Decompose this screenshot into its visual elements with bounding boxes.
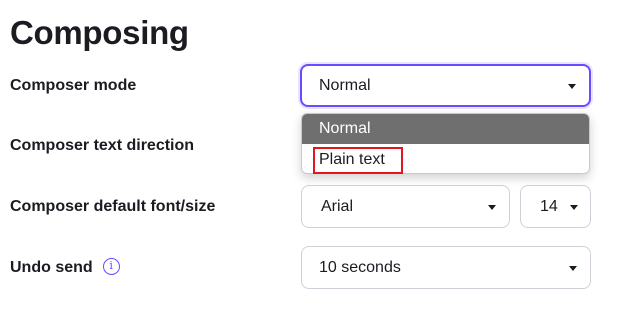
chevron-down-icon <box>569 265 577 271</box>
composer-mode-value: Normal <box>319 76 371 94</box>
option-normal[interactable]: Normal <box>302 114 589 144</box>
font-family-value: Arial <box>321 197 354 215</box>
default-font-label: Composer default font/size <box>10 198 216 215</box>
undo-send-select[interactable]: 10 seconds <box>301 246 591 289</box>
chevron-down-icon <box>570 204 578 210</box>
section-title: Composing <box>10 14 189 51</box>
chevron-down-icon <box>568 83 576 89</box>
composer-mode-select[interactable]: Normal <box>300 64 591 107</box>
undo-send-value: 10 seconds <box>319 258 401 276</box>
font-family-select[interactable]: Arial <box>301 185 510 228</box>
undo-send-text: Undo send <box>10 259 93 276</box>
font-size-value: 14 <box>540 197 558 215</box>
undo-send-label: Undo send i <box>10 258 120 277</box>
font-size-select[interactable]: 14 <box>520 185 591 228</box>
text-direction-label: Composer text direction <box>10 137 195 154</box>
chevron-down-icon <box>488 204 496 210</box>
highlight-box <box>313 147 403 174</box>
composer-mode-label: Composer mode <box>10 77 137 94</box>
info-icon[interactable]: i <box>102 258 120 276</box>
